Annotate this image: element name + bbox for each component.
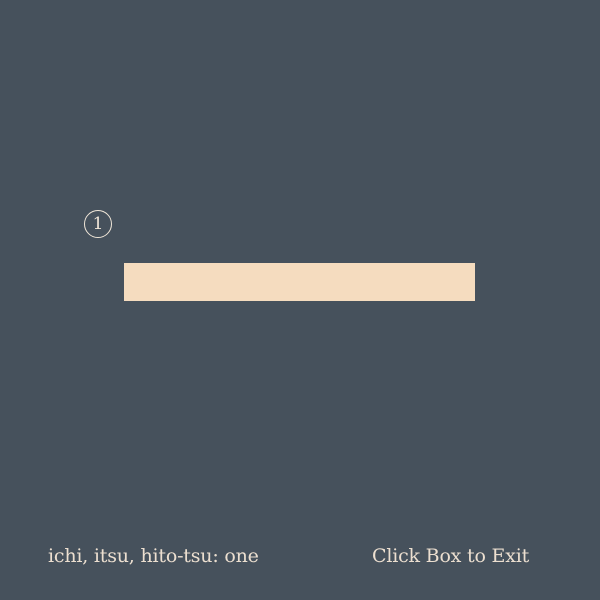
- kanji-stroke-box[interactable]: [124, 263, 475, 301]
- stroke-order-number: 1: [84, 210, 112, 238]
- kanji-display-stage: 1 ichi, itsu, hito-tsu: one Click Box to…: [0, 0, 600, 600]
- kanji-reading-caption: ichi, itsu, hito-tsu: one: [48, 545, 259, 567]
- exit-instruction: Click Box to Exit: [372, 545, 530, 567]
